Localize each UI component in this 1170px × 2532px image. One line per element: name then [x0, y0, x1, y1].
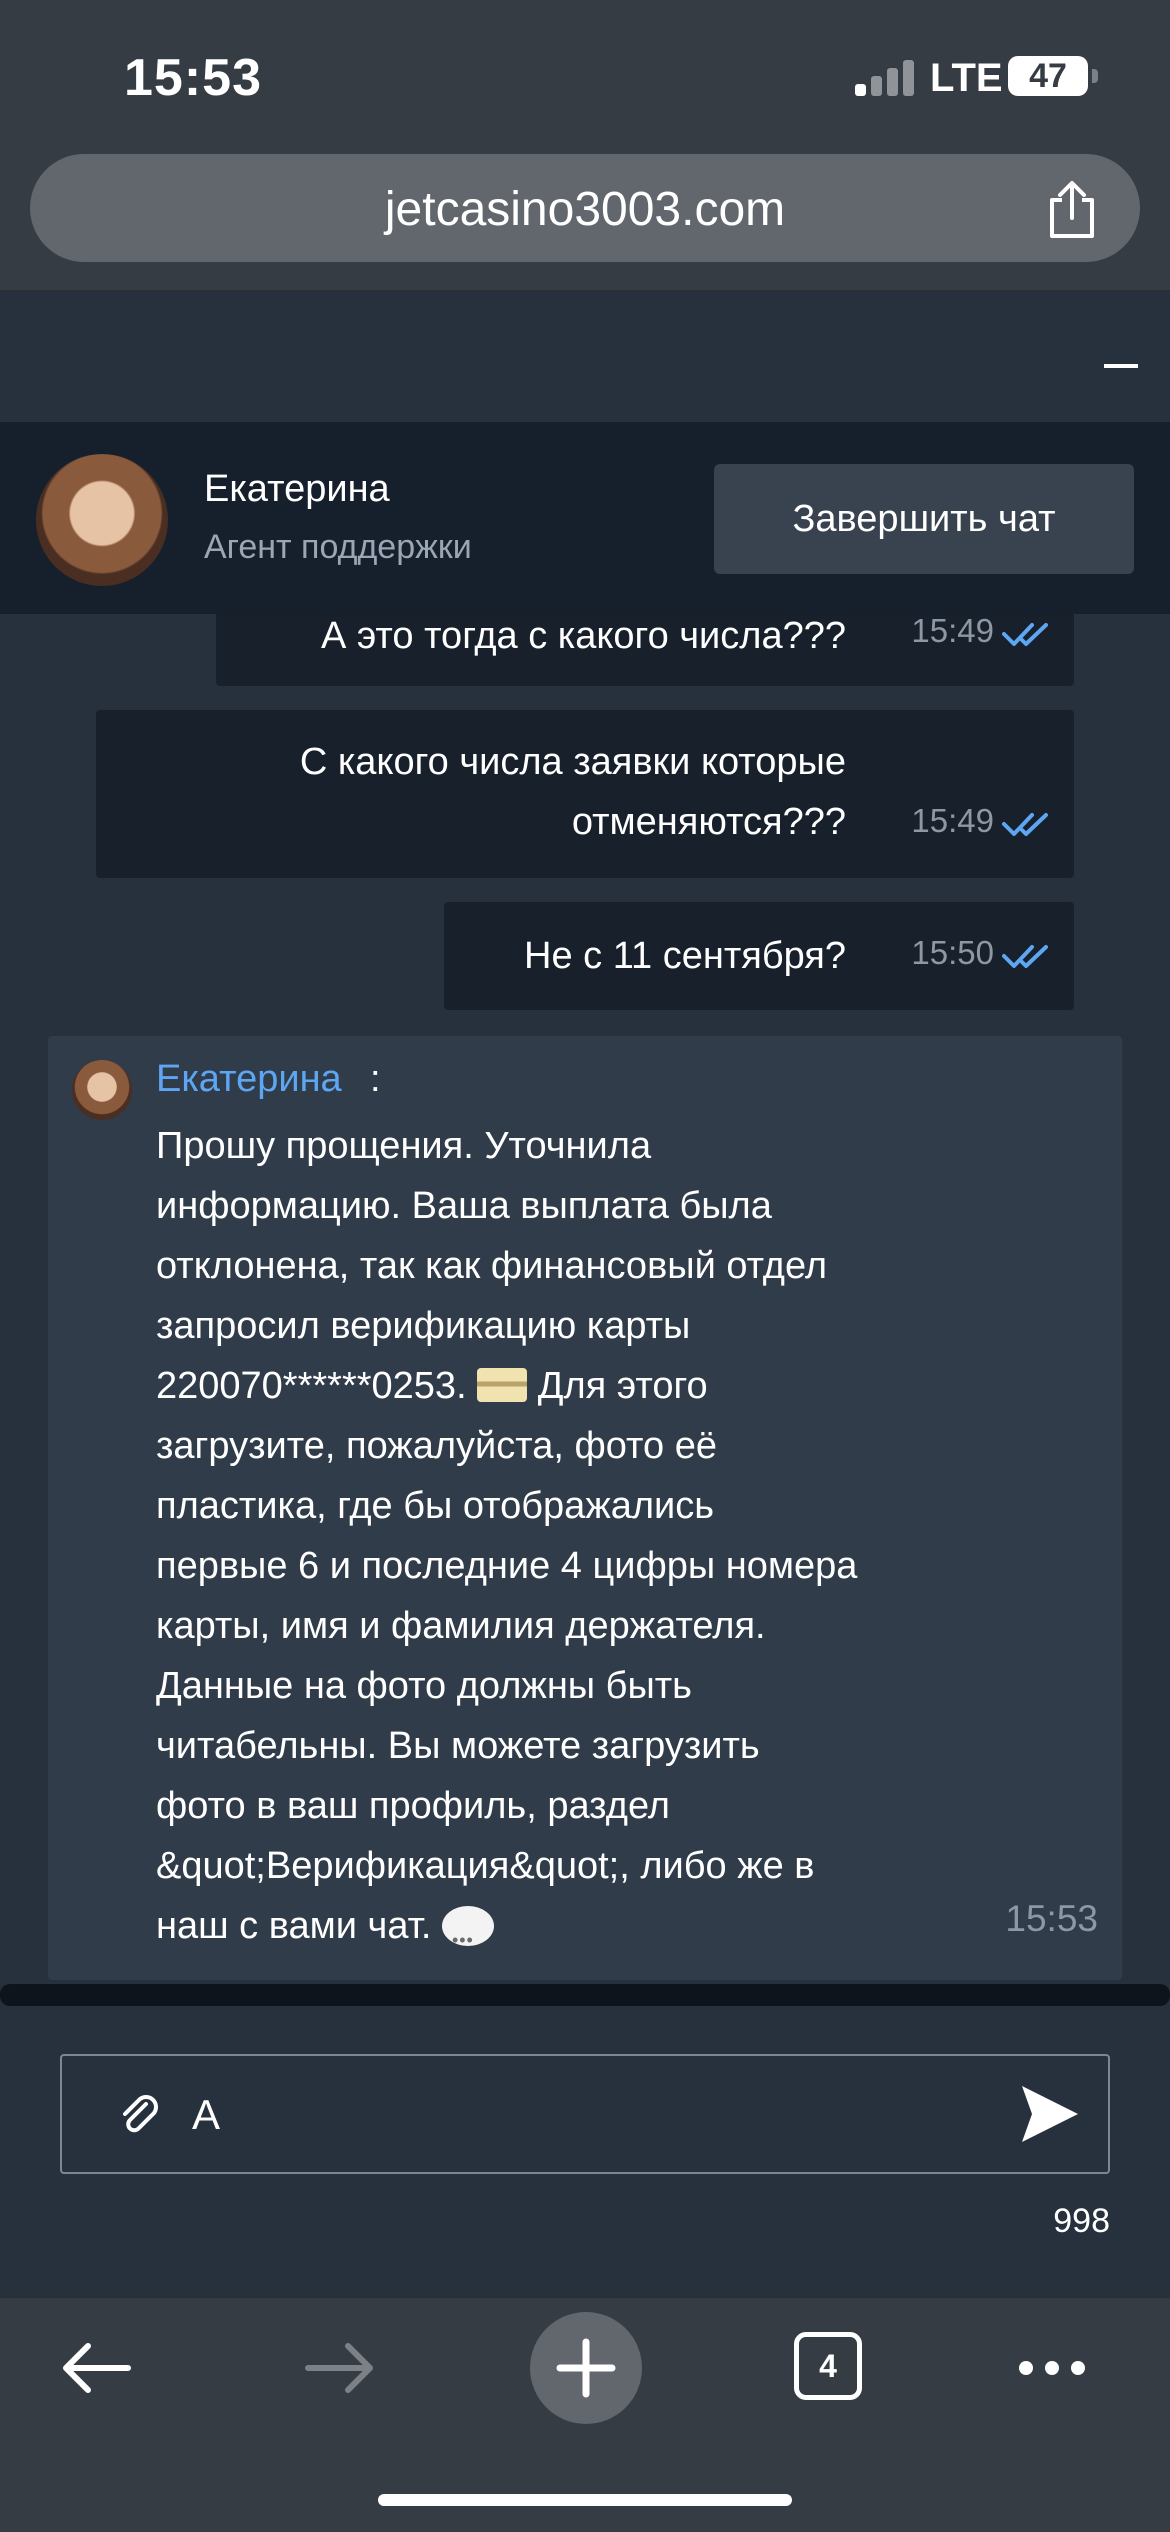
more-dots-icon	[1019, 2361, 1085, 2375]
double-check-icon	[1002, 945, 1048, 968]
message-input[interactable]	[192, 2080, 972, 2150]
credit-card-emoji	[477, 1368, 528, 1402]
agent-message-part-2: Для этого загрузите, пожалуйста, фото её…	[156, 1365, 858, 1947]
battery-level: 47	[1029, 56, 1067, 95]
agent-role: Агент поддержки	[204, 528, 472, 566]
message-time: 15:49	[911, 802, 994, 839]
status-bar: 15:53 LTE 47	[0, 0, 1170, 150]
status-time: 15:53	[124, 49, 262, 107]
plus-icon	[556, 2338, 616, 2398]
send-icon[interactable]	[1018, 2082, 1080, 2146]
chat-header: Екатерина Агент поддержки Завершить чат	[0, 422, 1170, 614]
agent-avatar-small	[72, 1060, 132, 1120]
user-message: С какого числа заявки которые отменяются…	[96, 710, 1074, 878]
agent-message-time: 15:53	[1005, 1898, 1098, 1939]
tab-count: 4	[819, 2347, 837, 2384]
double-check-icon	[1002, 813, 1048, 836]
speech-bubble-emoji	[441, 1906, 494, 1970]
message-text: А это тогда с какого числа???	[320, 615, 846, 657]
url-text[interactable]: jetcasino3003.com	[30, 182, 1140, 237]
arrow-right-icon	[305, 2343, 373, 2393]
tabs-button[interactable]: 4	[794, 2332, 862, 2400]
share-icon[interactable]	[1044, 180, 1100, 240]
paperclip-icon[interactable]	[116, 2090, 164, 2138]
agent-message-part-1: Прошу прощения. Уточнила информацию. Ваш…	[156, 1125, 828, 1407]
back-button[interactable]	[36, 2298, 156, 2438]
home-indicator	[378, 2494, 792, 2506]
agent-message: Екатерина : Прошу прощения. Уточнила инф…	[48, 1036, 1122, 1980]
battery-icon: 47	[1008, 56, 1098, 96]
agent-message-text: Прошу прощения. Уточнила информацию. Ваш…	[156, 1116, 1016, 1970]
arrow-left-icon	[63, 2343, 131, 2393]
browser-toolbar: jetcasino3003.com	[0, 150, 1170, 292]
chat-widget-top	[0, 294, 1170, 422]
end-chat-button[interactable]: Завершить чат	[714, 464, 1134, 574]
message-composer	[60, 2054, 1110, 2174]
message-time: 15:50	[911, 934, 994, 971]
agent-avatar	[36, 454, 168, 586]
char-counter: 998	[1053, 2202, 1110, 2240]
agent-message-name: Екатерина	[156, 1058, 342, 1100]
browser-bottom-nav: 4	[0, 2296, 1170, 2532]
more-button[interactable]	[992, 2298, 1112, 2438]
user-message: Не с 11 сентября? 15:50	[444, 902, 1074, 1010]
minimize-button[interactable]	[1104, 364, 1138, 368]
agent-message-separator: :	[370, 1058, 381, 1100]
address-bar[interactable]: jetcasino3003.com	[30, 154, 1140, 262]
signal-icon	[855, 60, 915, 96]
message-text-line-1: С какого числа заявки которые	[299, 741, 846, 783]
new-tab-button[interactable]	[530, 2312, 642, 2424]
double-check-icon	[1002, 623, 1048, 646]
agent-name: Екатерина	[204, 468, 390, 510]
message-text-line-2: отменяются???	[571, 801, 846, 843]
messages-divider	[0, 1984, 1170, 2006]
message-time: 15:49	[911, 612, 994, 649]
message-text: Не с 11 сентября?	[524, 935, 846, 977]
network-label: LTE	[930, 56, 1003, 100]
forward-button[interactable]	[280, 2298, 400, 2438]
